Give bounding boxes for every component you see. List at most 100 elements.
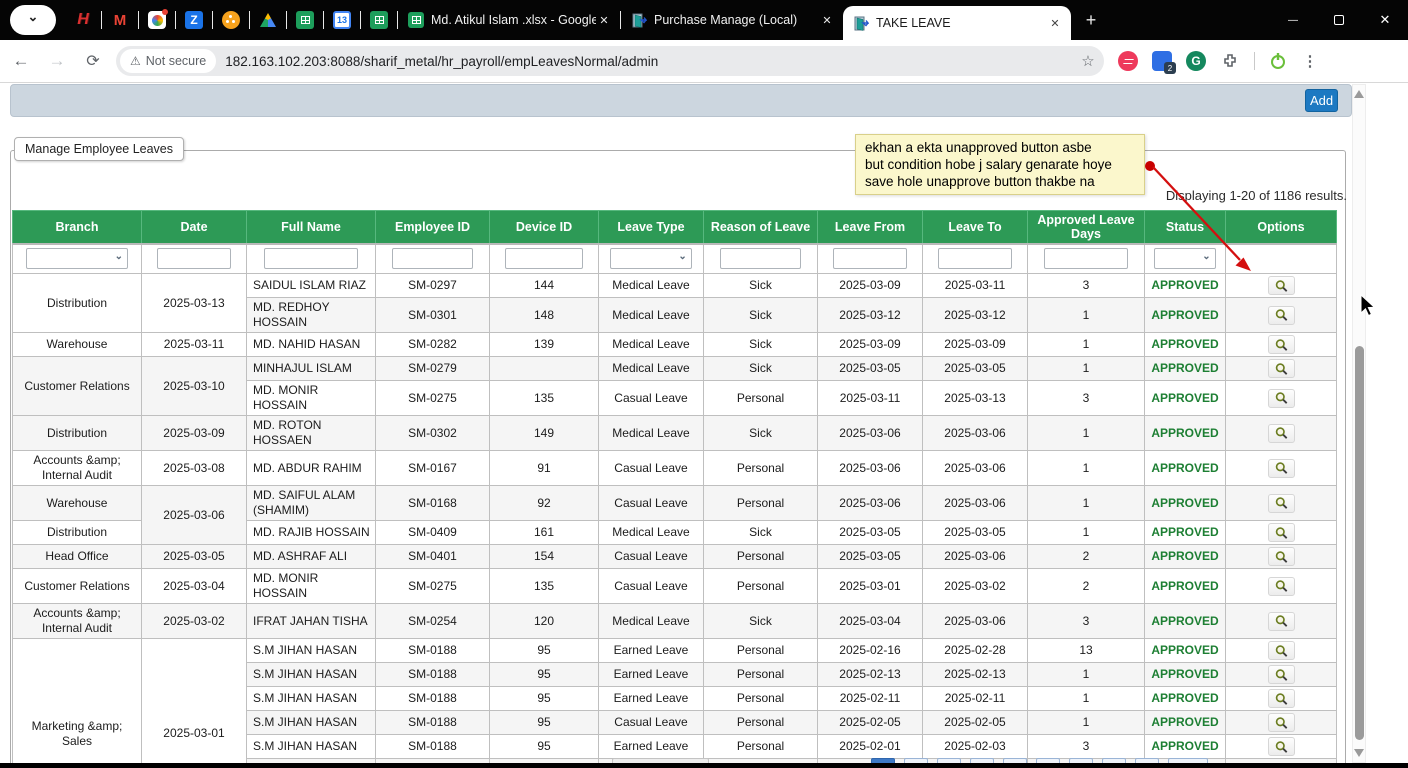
cell-leave-from: 2025-02-11 bbox=[817, 686, 923, 711]
view-leave-button[interactable] bbox=[1267, 493, 1295, 513]
view-leave-button[interactable] bbox=[1267, 359, 1295, 378]
cell-approved-days: 1 bbox=[1027, 415, 1145, 451]
leave-row: Distribution 2025-03-13 SAIDUL ISLAM RIAZ S… bbox=[12, 273, 1337, 333]
view-leave-button[interactable] bbox=[1267, 641, 1295, 660]
column-header: Leave From bbox=[817, 210, 923, 245]
status-badge: APPROVED bbox=[1144, 638, 1226, 663]
extension-red-icon[interactable] bbox=[1118, 51, 1138, 71]
sheets-icon[interactable] bbox=[296, 11, 314, 29]
add-button[interactable]: Add bbox=[1305, 89, 1338, 112]
view-leave-button[interactable] bbox=[1267, 423, 1295, 443]
cell-date: 2025-03-10 bbox=[141, 356, 247, 416]
tab-take-leave-active[interactable]: TAKE LEAVE bbox=[843, 6, 1071, 40]
magnifier-icon bbox=[1275, 309, 1287, 321]
drive-icon[interactable] bbox=[259, 11, 277, 29]
back-button[interactable] bbox=[6, 46, 36, 76]
view-leave-button[interactable] bbox=[1267, 547, 1295, 566]
filter-input-employee-id[interactable] bbox=[391, 248, 474, 270]
filter-input-date[interactable] bbox=[156, 248, 232, 270]
close-tab-icon[interactable] bbox=[1047, 15, 1063, 31]
cell-employee-id: SM-0188 bbox=[375, 734, 490, 759]
status-badge: APPROVED bbox=[1144, 332, 1226, 357]
forward-button[interactable] bbox=[42, 46, 72, 76]
cell-device-id: 92 bbox=[489, 485, 599, 521]
power-icon[interactable] bbox=[1268, 51, 1288, 71]
grammarly-icon[interactable]: G bbox=[1186, 51, 1206, 71]
view-leave-button[interactable] bbox=[1267, 665, 1295, 684]
view-leave-button[interactable] bbox=[1267, 689, 1295, 708]
close-tab-icon[interactable] bbox=[819, 12, 835, 28]
view-leave-button[interactable] bbox=[1267, 335, 1295, 354]
view-leave-button[interactable] bbox=[1267, 523, 1295, 542]
view-leave-button[interactable] bbox=[1267, 276, 1295, 295]
scrollbar-up-icon[interactable] bbox=[1354, 90, 1364, 98]
filter-input-reason-of-leave[interactable] bbox=[719, 248, 802, 270]
sheets-icon bbox=[408, 12, 424, 28]
zoho-z-icon[interactable]: Z bbox=[185, 11, 203, 29]
cell-leave-from: 2025-02-16 bbox=[817, 638, 923, 663]
new-tab-button[interactable] bbox=[1077, 6, 1105, 34]
scrollbar-down-icon[interactable] bbox=[1354, 749, 1364, 757]
view-leave-button[interactable] bbox=[1267, 458, 1295, 478]
magnifier-icon bbox=[1275, 279, 1287, 292]
cell-options bbox=[1225, 380, 1337, 416]
gmail-icon[interactable]: M bbox=[111, 11, 129, 29]
cell-options bbox=[1225, 356, 1337, 381]
cell-full-name: MD. ABDUR RAHIM bbox=[246, 450, 376, 486]
cell-options bbox=[1225, 544, 1337, 569]
cell-leave-type: Earned Leave bbox=[598, 638, 704, 663]
filter-input-device-id[interactable] bbox=[505, 248, 583, 270]
cell-reason: Sick bbox=[703, 297, 818, 333]
cell-branch: Accounts &amp; Internal Audit bbox=[12, 450, 142, 486]
cell-leave-type: Casual Leave bbox=[598, 450, 704, 486]
calendar-13-icon[interactable]: 13 bbox=[333, 11, 351, 29]
reload-button[interactable] bbox=[78, 46, 108, 76]
view-leave-button[interactable] bbox=[1267, 713, 1295, 732]
view-leave-button[interactable] bbox=[1267, 737, 1295, 756]
maximize-button[interactable] bbox=[1316, 0, 1362, 40]
view-leave-button[interactable] bbox=[1267, 611, 1295, 631]
menu-kebab-icon[interactable] bbox=[1302, 52, 1318, 70]
sheets-icon[interactable] bbox=[370, 11, 388, 29]
tab-google-sheet[interactable]: Md. Atikul Islam .xlsx - Google bbox=[398, 0, 620, 40]
filter-input-leave-from[interactable] bbox=[832, 248, 908, 270]
filter-input-leave-to[interactable] bbox=[937, 248, 1013, 270]
cell-device-id: 154 bbox=[489, 544, 599, 569]
filter-select-branch[interactable] bbox=[26, 248, 128, 270]
view-leave-button[interactable] bbox=[1267, 576, 1295, 596]
cell-full-name: MD. REDHOY HOSSAIN bbox=[246, 297, 376, 333]
close-tab-icon[interactable] bbox=[596, 12, 612, 28]
extensions-puzzle-icon[interactable] bbox=[1220, 51, 1240, 71]
view-leave-button[interactable] bbox=[1267, 305, 1295, 325]
logo-h-icon[interactable]: H bbox=[74, 11, 92, 29]
cell-leave-to: 2025-03-13 bbox=[922, 380, 1028, 416]
cell-reason: Personal bbox=[703, 686, 818, 711]
extension-blue-icon[interactable]: 2 bbox=[1152, 51, 1176, 74]
tab-title: Md. Atikul Islam .xlsx - Google bbox=[431, 13, 596, 27]
minimize-button[interactable] bbox=[1270, 0, 1316, 40]
filter-input-approved-leave-days[interactable] bbox=[1043, 248, 1129, 270]
filter-input-full-name[interactable] bbox=[264, 248, 358, 270]
filter-select-status[interactable] bbox=[1154, 248, 1216, 270]
cell-reason: Sick bbox=[703, 415, 818, 451]
photos-icon[interactable] bbox=[148, 9, 168, 29]
tab-search-button[interactable] bbox=[10, 5, 56, 35]
view-leave-button[interactable] bbox=[1267, 388, 1295, 408]
cell-full-name: MINHAJUL ISLAM bbox=[246, 356, 376, 381]
close-window-button[interactable] bbox=[1362, 0, 1408, 40]
cell-leave-type: Earned Leave bbox=[598, 662, 704, 687]
orange-dots-icon[interactable] bbox=[222, 11, 240, 29]
cell-branch: Accounts &amp; Internal Audit bbox=[12, 603, 142, 639]
tab-purchase-manage[interactable]: Purchase Manage (Local) bbox=[621, 0, 843, 40]
cell-device-id: 135 bbox=[489, 568, 599, 604]
browser-window: H M Z 13 Md. Atikul Islam .xlsx - Google Pu… bbox=[0, 0, 1408, 768]
scrollbar-thumb[interactable] bbox=[1354, 346, 1364, 740]
site-security-chip[interactable]: Not secure bbox=[120, 49, 217, 73]
bookmark-star-icon[interactable] bbox=[1076, 49, 1100, 73]
cell-reason: Personal bbox=[703, 568, 818, 604]
cell-leave-from: 2025-03-01 bbox=[817, 568, 923, 604]
cell-full-name: MD. MONIR HOSSAIN bbox=[246, 568, 376, 604]
magnifier-icon bbox=[1275, 716, 1287, 729]
address-bar[interactable]: Not secure 182.163.102.203:8088/sharif_m… bbox=[116, 46, 1104, 76]
filter-select-leave-type[interactable] bbox=[610, 248, 692, 270]
